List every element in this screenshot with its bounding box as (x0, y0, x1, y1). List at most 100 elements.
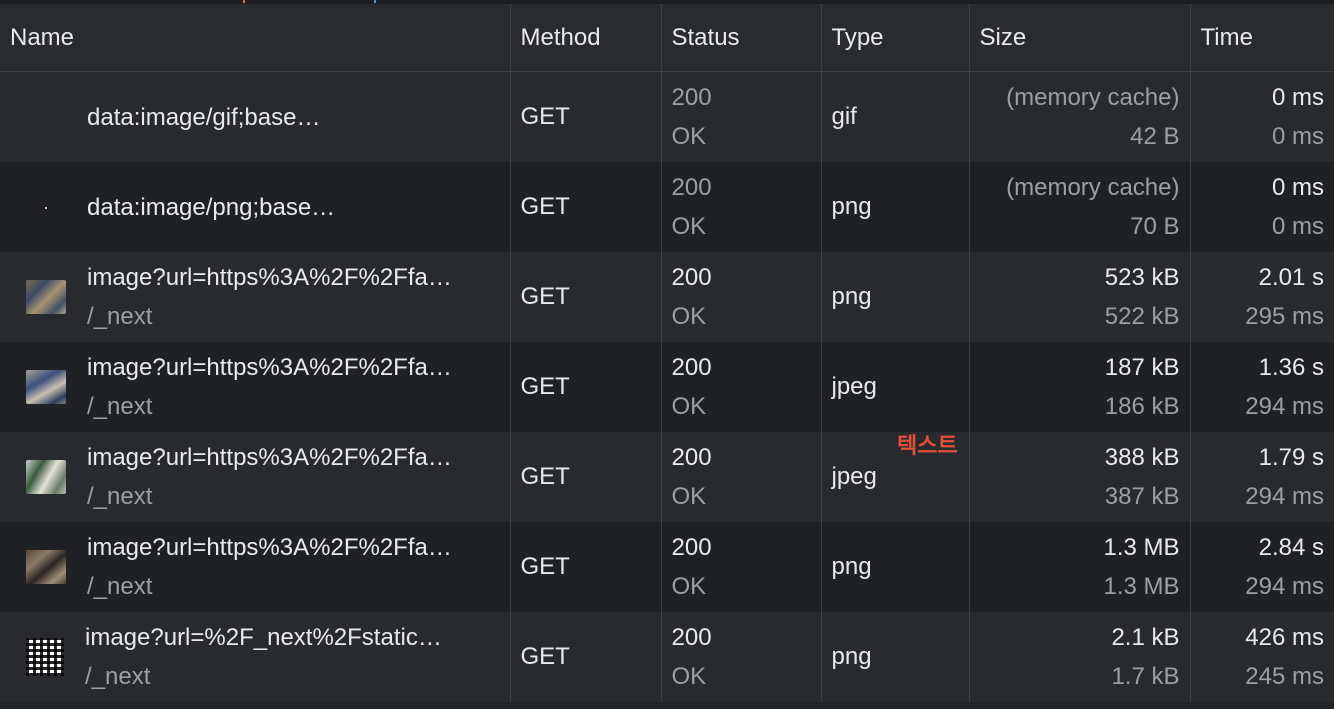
transfer-size: (memory cache) (1006, 174, 1180, 201)
request-name[interactable]: image?url=https%3A%2F%2Ffa… (87, 528, 452, 567)
request-name[interactable]: image?url=https%3A%2F%2Ffa… (87, 348, 452, 387)
table-row[interactable]: image?url=https%3A%2F%2Ffa… /_next GET 2… (0, 432, 1334, 522)
status-text: OK (671, 573, 707, 600)
status-cell: 200 OK (661, 612, 822, 702)
time-cell: 0 ms 0 ms (1190, 72, 1334, 163)
header-row: Name Method Status Type Size Time (0, 4, 1334, 72)
table-row[interactable]: image?url=https%3A%2F%2Ffa… /_next GET 2… (0, 252, 1334, 342)
name-cell[interactable]: image?url=https%3A%2F%2Ffa… /_next (0, 522, 511, 612)
status-text: OK (671, 393, 707, 420)
time-cell: 1.36 s 294 ms (1190, 342, 1334, 432)
method-cell: GET (510, 522, 662, 612)
resource-size: 522 kB (1104, 303, 1180, 330)
qr-code-thumbnail (26, 638, 64, 676)
size-cell: (memory cache) 42 B (969, 71, 1191, 162)
size-cell: 388 kB 387 kB (969, 432, 1191, 522)
time-cell: 2.01 s 295 ms (1190, 252, 1334, 342)
status-cell: 200 OK (661, 342, 822, 432)
name-cell[interactable]: data:image/gif;base… (0, 71, 511, 162)
type-cell: jpeg (821, 342, 970, 432)
method-cell: GET (510, 162, 662, 252)
request-initiator[interactable]: /_next (87, 477, 452, 516)
status-code: 200 (671, 84, 712, 111)
status-text: OK (671, 303, 707, 330)
table-row[interactable]: data:image/png;base… GET 200 OK png (mem… (0, 162, 1334, 252)
status-text: OK (671, 213, 707, 240)
status-text: OK (671, 483, 707, 510)
image-thumbnail (26, 280, 66, 314)
name-cell[interactable]: data:image/png;base… (0, 162, 511, 252)
status-code: 200 (671, 354, 712, 381)
method-cell: GET (510, 612, 662, 702)
method-cell: GET (510, 71, 662, 162)
resource-size: 1.7 kB (1111, 663, 1180, 690)
latency: 295 ms (1245, 303, 1324, 330)
type-cell: gif (821, 71, 970, 162)
request-initiator[interactable]: /_next (87, 387, 452, 426)
table-row[interactable]: image?url=%2F_next%2Fstatic… /_next GET … (0, 612, 1334, 702)
resource-size: 70 B (1130, 213, 1180, 240)
total-time: 0 ms (1271, 84, 1324, 111)
request-initiator[interactable]: /_next (87, 567, 452, 606)
overlay-label: 텍스트 (897, 434, 958, 459)
total-time: 2.01 s (1258, 264, 1324, 291)
name-cell[interactable]: image?url=https%3A%2F%2Ffa… /_next (0, 342, 511, 432)
table-row[interactable]: image?url=https%3A%2F%2Ffa… /_next GET 2… (0, 522, 1334, 612)
method-cell: GET (510, 252, 662, 342)
column-header-size[interactable]: Size (969, 4, 1191, 72)
size-cell: 523 kB 522 kB (969, 252, 1191, 342)
resource-size: 387 kB (1104, 483, 1180, 510)
transfer-size: 187 kB (1104, 354, 1180, 381)
latency: 294 ms (1245, 483, 1324, 510)
name-cell[interactable]: image?url=https%3A%2F%2Ffa… /_next (0, 252, 511, 342)
size-cell: 187 kB 186 kB (969, 342, 1191, 432)
network-panel: Name Method Status Type Size Time data:i… (0, 0, 1334, 709)
column-header-time[interactable]: Time (1190, 4, 1334, 72)
request-name[interactable]: image?url=https%3A%2F%2Ffa… (87, 438, 452, 477)
table-row[interactable]: data:image/gif;base… GET 200 OK gif (mem… (0, 71, 1334, 163)
status-code: 200 (671, 264, 712, 291)
total-time: 426 ms (1245, 624, 1324, 651)
status-cell: 200 OK (661, 522, 822, 612)
total-time: 1.79 s (1258, 444, 1324, 471)
type-cell: png (821, 612, 970, 702)
resource-size: 1.3 MB (1103, 573, 1180, 600)
image-thumbnail (26, 190, 66, 224)
request-name[interactable]: image?url=%2F_next%2Fstatic… (85, 618, 442, 657)
total-time: 2.84 s (1258, 534, 1324, 561)
transfer-size: 523 kB (1104, 264, 1180, 291)
request-name[interactable]: image?url=https%3A%2F%2Ffa… (87, 258, 452, 297)
column-header-type[interactable]: Type (821, 4, 970, 72)
time-cell: 2.84 s 294 ms (1190, 522, 1334, 612)
image-thumbnail (26, 460, 66, 494)
status-cell: 200 OK (661, 71, 822, 162)
method-cell: GET (510, 342, 662, 432)
strip-marker (374, 0, 376, 3)
size-cell: (memory cache) 70 B (969, 162, 1191, 252)
request-initiator[interactable]: /_next (85, 657, 442, 696)
transfer-size: 2.1 kB (1111, 624, 1180, 651)
status-cell: 200 OK (661, 162, 822, 252)
method-cell: GET (510, 432, 662, 522)
status-code: 200 (671, 174, 712, 201)
type-cell: png (821, 162, 970, 252)
status-code: 200 (671, 534, 712, 561)
type-cell: png (821, 522, 970, 612)
column-header-name[interactable]: Name (0, 4, 511, 72)
column-header-status[interactable]: Status (661, 4, 822, 72)
requests-table: Name Method Status Type Size Time data:i… (0, 4, 1334, 702)
transfer-size: (memory cache) (1006, 84, 1180, 111)
request-name[interactable]: data:image/gif;base… (87, 98, 320, 137)
size-cell: 2.1 kB 1.7 kB (969, 612, 1191, 702)
status-text: OK (671, 123, 707, 150)
image-thumbnail (26, 370, 66, 404)
type-cell: png (821, 252, 970, 342)
request-name[interactable]: data:image/png;base… (87, 188, 335, 227)
image-thumbnail (26, 100, 66, 134)
column-header-method[interactable]: Method (510, 4, 662, 72)
request-initiator[interactable]: /_next (87, 297, 452, 336)
name-cell[interactable]: image?url=%2F_next%2Fstatic… /_next (0, 612, 511, 702)
name-cell[interactable]: image?url=https%3A%2F%2Ffa… /_next (0, 432, 511, 522)
table-row[interactable]: image?url=https%3A%2F%2Ffa… /_next GET 2… (0, 342, 1334, 432)
resource-size: 186 kB (1104, 393, 1180, 420)
